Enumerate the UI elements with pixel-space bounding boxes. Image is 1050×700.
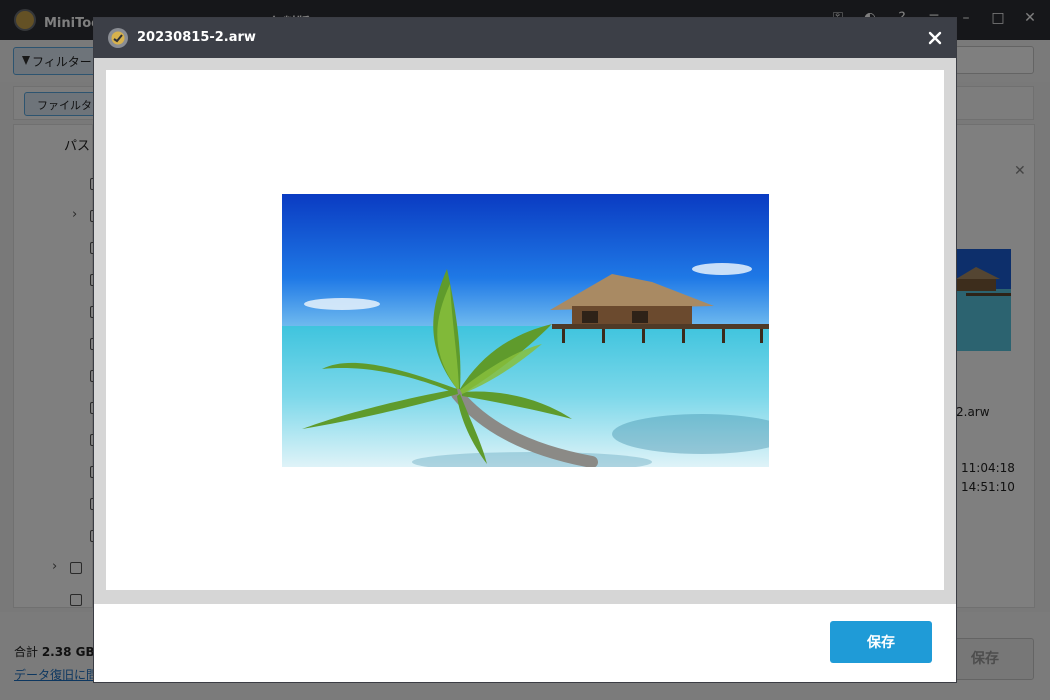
dialog-titlebar: 20230815-2.arw	[94, 18, 956, 58]
minitool-logo-icon	[108, 28, 128, 48]
dialog-footer	[94, 604, 956, 682]
save-button[interactable]: 保存	[830, 621, 932, 663]
preview-canvas	[106, 70, 944, 590]
preview-area	[94, 58, 956, 604]
preview-image	[282, 194, 769, 467]
preview-dialog: 20230815-2.arw 保存	[93, 17, 957, 683]
dialog-title: 20230815-2.arw	[137, 30, 256, 45]
close-icon[interactable]	[924, 27, 946, 49]
